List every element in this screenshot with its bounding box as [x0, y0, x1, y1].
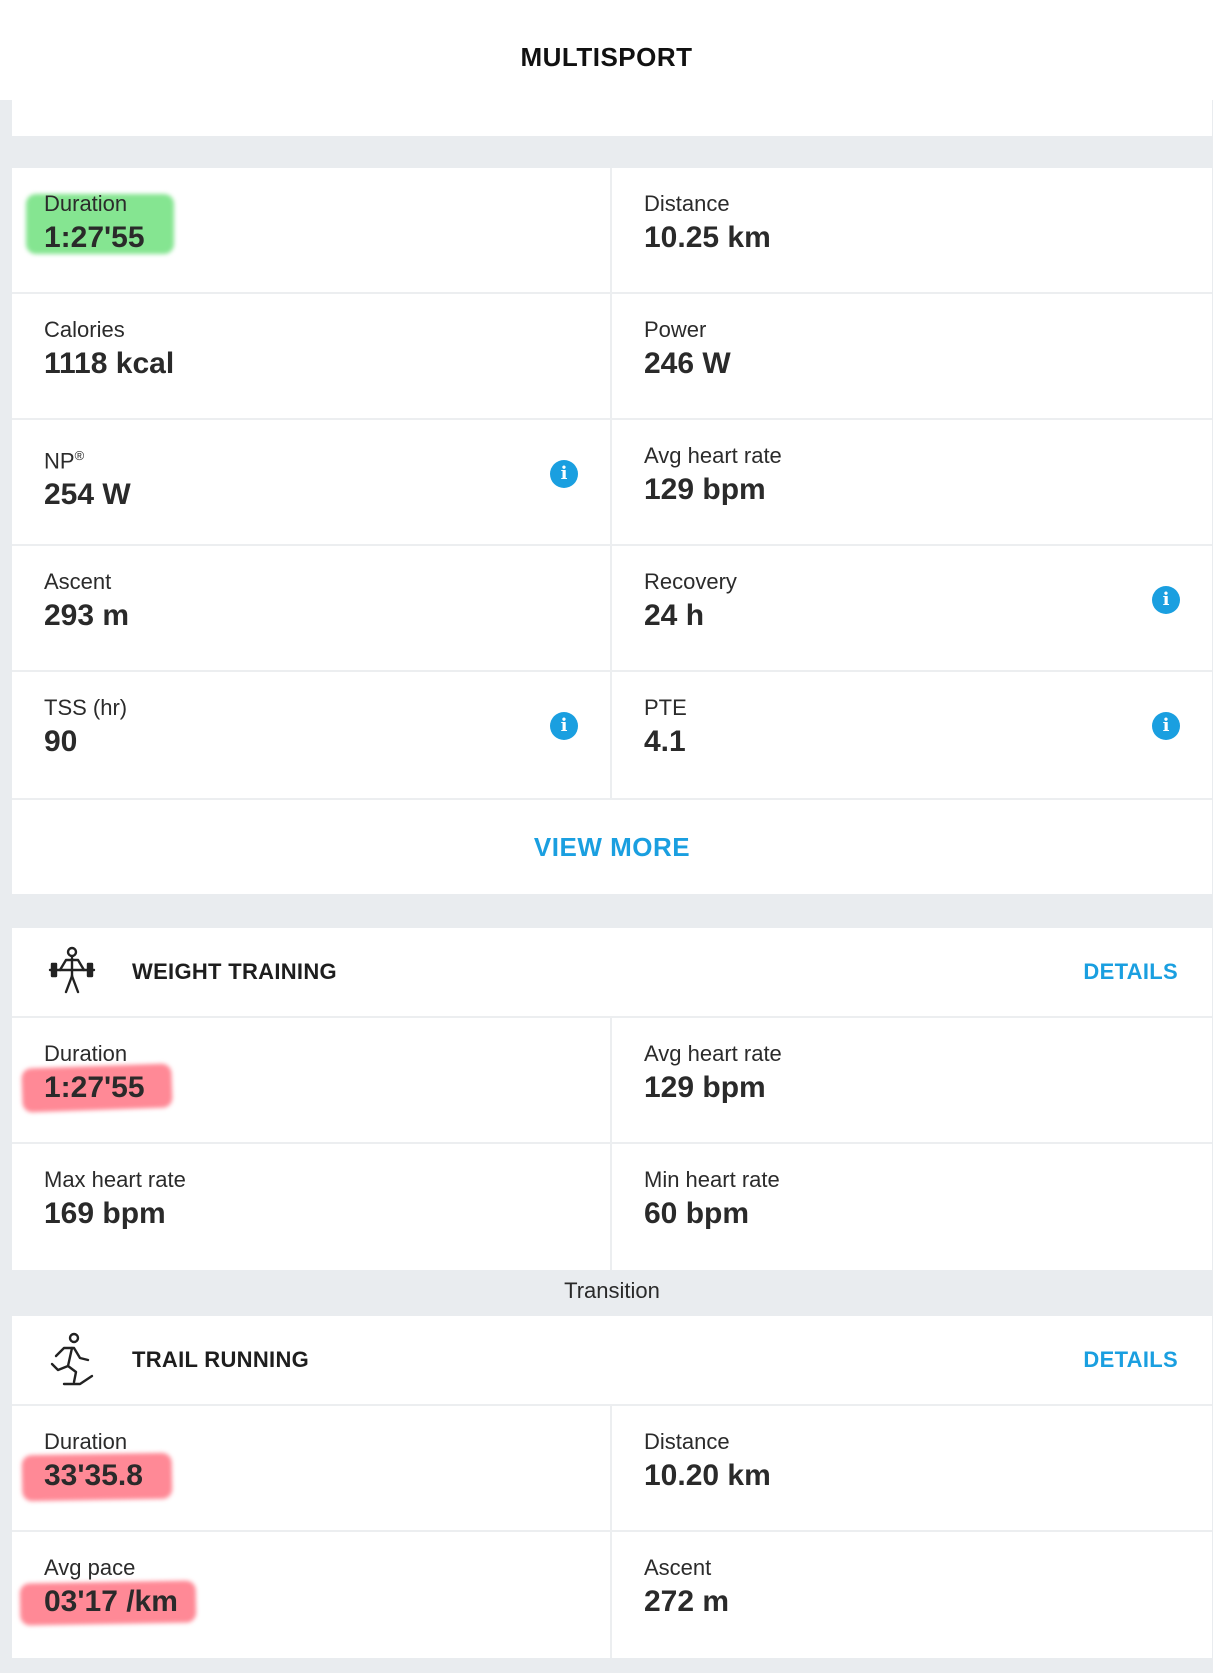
- stat-avg-heart-rate: Avg heart rate 129 bpm: [612, 420, 1212, 546]
- stat-value: 33'35.8: [44, 1459, 143, 1492]
- stat-label: Avg pace: [44, 1555, 136, 1580]
- trail-running-header: TRAIL RUNNING DETAILS: [12, 1316, 1212, 1406]
- stat-label: Ascent: [44, 569, 112, 594]
- stat-value: 129 bpm: [644, 1071, 766, 1104]
- stat-value: 4.1: [644, 725, 686, 758]
- stat-value: 293 m: [44, 599, 130, 632]
- stat-label: Recovery: [644, 569, 737, 594]
- stat-value: 10.20 km: [644, 1459, 771, 1492]
- stat-label: Distance: [644, 191, 730, 216]
- stat-value: 60 bpm: [644, 1197, 750, 1230]
- trail-running-card: TRAIL RUNNING DETAILS Duration 33'35.8 D…: [12, 1316, 1212, 1658]
- stat-duration: Duration 1:27'55: [12, 1018, 612, 1144]
- page-title: MULTISPORT: [520, 41, 693, 72]
- stat-label: Distance: [644, 1429, 730, 1454]
- stat-label: Avg heart rate: [644, 1041, 782, 1066]
- stat-value: 1:27'55: [44, 221, 145, 254]
- registered-mark: ®: [74, 448, 85, 463]
- top-card-edge: [12, 100, 1212, 136]
- stat-distance: Distance 10.25 km: [612, 168, 1212, 294]
- stat-value: 24 h: [644, 599, 705, 632]
- trail-runner-icon: [50, 1332, 94, 1386]
- weight-training-card: WEIGHT TRAINING DETAILS Duration 1:27'55…: [12, 928, 1212, 1270]
- stat-value: 246 W: [644, 347, 731, 380]
- stat-label: Power: [644, 317, 707, 342]
- stat-label: Max heart rate: [44, 1167, 186, 1192]
- stat-avg-pace: Avg pace 03'17 /km: [12, 1532, 612, 1658]
- details-link[interactable]: DETAILS: [1083, 1347, 1178, 1373]
- transition-label: Transition: [564, 1278, 660, 1303]
- stat-ascent: Ascent 272 m: [612, 1532, 1212, 1658]
- stat-label: PTE: [644, 695, 687, 720]
- stat-max-heart-rate: Max heart rate 169 bpm: [12, 1144, 612, 1270]
- view-more-label: VIEW MORE: [533, 831, 691, 862]
- stat-value: 169 bpm: [44, 1197, 166, 1230]
- stat-value: 254 W: [44, 478, 131, 512]
- weight-training-stats-grid: Duration 1:27'55 Avg heart rate 129 bpm …: [12, 1018, 1212, 1270]
- stat-label: Min heart rate: [644, 1167, 780, 1192]
- sport-name: WEIGHT TRAINING: [132, 959, 337, 984]
- weightlifter-icon: [48, 946, 96, 994]
- stat-ascent: Ascent 293 m: [12, 546, 612, 672]
- sport-name: TRAIL RUNNING: [132, 1347, 310, 1372]
- details-link[interactable]: DETAILS: [1083, 959, 1178, 985]
- stat-label: Duration: [44, 1041, 128, 1066]
- stat-label-text: NP: [44, 448, 75, 474]
- summary-stats-grid: Duration 1:27'55 Distance 10.25 km Calor…: [12, 168, 1212, 798]
- summary-card: Duration 1:27'55 Distance 10.25 km Calor…: [12, 168, 1212, 894]
- stat-label: Duration: [44, 1429, 128, 1454]
- stat-label: NP®: [44, 442, 610, 475]
- trail-running-stats-grid: Duration 33'35.8 Distance 10.20 km Avg p…: [12, 1406, 1212, 1658]
- stat-duration: Duration 33'35.8: [12, 1406, 612, 1532]
- stat-pte: PTE 4.1 i: [612, 672, 1212, 798]
- stat-value: 129 bpm: [644, 473, 766, 506]
- stat-value: 272 m: [644, 1585, 730, 1618]
- stat-value: 1118 kcal: [44, 347, 175, 380]
- view-more-button[interactable]: VIEW MORE: [12, 798, 1212, 894]
- stat-tss: TSS (hr) 90 i: [12, 672, 612, 798]
- stat-label: Calories: [44, 317, 125, 342]
- stat-label: Avg heart rate: [644, 443, 782, 468]
- stat-calories: Calories 1118 kcal: [12, 294, 612, 420]
- stat-label: TSS (hr): [44, 695, 128, 720]
- stat-min-heart-rate: Min heart rate 60 bpm: [612, 1144, 1212, 1270]
- stat-value: 03'17 /km: [44, 1585, 178, 1618]
- stat-distance: Distance 10.20 km: [612, 1406, 1212, 1532]
- stat-np: NP® 254 W i: [12, 420, 612, 546]
- stat-recovery: Recovery 24 h i: [612, 546, 1212, 672]
- stat-label: Duration: [44, 191, 128, 216]
- stat-value: 10.25 km: [644, 221, 771, 254]
- stat-label: Ascent: [644, 1555, 712, 1580]
- stat-duration: Duration 1:27'55: [12, 168, 612, 294]
- stat-value: 90: [44, 725, 78, 758]
- app-header: MULTISPORT: [0, 0, 1213, 100]
- weight-training-header: WEIGHT TRAINING DETAILS: [12, 928, 1212, 1018]
- stat-value: 1:27'55: [44, 1071, 145, 1104]
- stat-power: Power 246 W: [612, 294, 1212, 420]
- stat-avg-heart-rate: Avg heart rate 129 bpm: [612, 1018, 1212, 1144]
